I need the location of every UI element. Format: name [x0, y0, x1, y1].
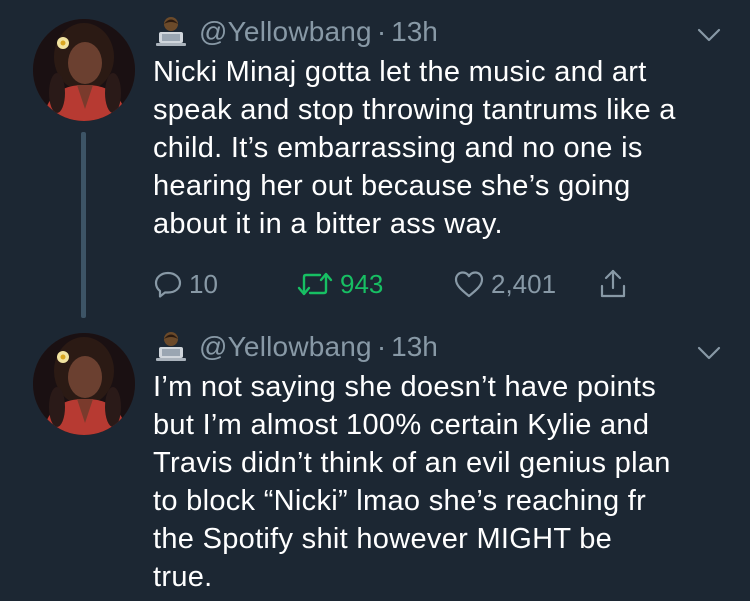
tweet-text-line: the Spotify shit however MIGHT be [153, 523, 613, 555]
tweet-text-line: child. It’s embarrassing and no one is [153, 132, 643, 164]
retweet-count: 943 [340, 268, 384, 299]
tweet-text-line: hearing her out because she’s going [153, 170, 631, 202]
heart-icon [454, 271, 484, 298]
share-button[interactable] [598, 262, 634, 306]
reply-icon [154, 271, 182, 298]
technologist-emoji-icon [156, 17, 186, 46]
like-count: 2,401 [491, 268, 557, 299]
tweet[interactable]: @Yellowbang · 13h I’m not saying she doe… [0, 318, 750, 601]
retweet-icon [297, 272, 333, 296]
author-handle[interactable]: @Yellowbang [199, 16, 372, 48]
tweet-text-line: I’m not saying she doesn’t have points [153, 371, 657, 403]
avatar-image [33, 19, 135, 121]
separator-dot: · [376, 16, 387, 47]
chevron-down-icon[interactable] [696, 22, 722, 48]
share-icon [600, 269, 626, 298]
separator-dot: · [376, 331, 387, 362]
tweet-text-line: Travis didn’t think of an evil genius pl… [153, 447, 671, 479]
tweet-text-line: about it in a bitter ass way. [153, 208, 503, 240]
avatar-image [33, 333, 135, 435]
tweet-text: Nicki Minaj gotta let the music and art … [153, 53, 733, 243]
tweet-text: I’m not saying she doesn’t have points b… [153, 368, 733, 596]
tweet-text-line: to block “Nicki” lmao she’s reaching fr [153, 485, 647, 517]
tweet[interactable]: @Yellowbang · 13h Nicki Minaj gotta let … [0, 0, 750, 318]
tweet-text-line: speak and stop throwing tantrums like a [153, 94, 676, 126]
tweet-timestamp[interactable]: 13h [391, 16, 438, 48]
reply-count: 10 [189, 268, 218, 299]
technologist-emoji-icon [156, 332, 186, 361]
tweet-thread: @Yellowbang · 13h Nicki Minaj gotta let … [0, 0, 750, 601]
tweet-text-line: true. [153, 561, 213, 593]
like-button[interactable]: 2,401 [453, 262, 556, 306]
author-handle[interactable]: @Yellowbang [199, 331, 372, 363]
reply-button[interactable]: 10 [153, 262, 218, 306]
tweet-timestamp[interactable]: 13h [391, 331, 438, 363]
thread-connector-line [81, 132, 86, 318]
avatar[interactable] [33, 333, 135, 435]
tweet-text-line: but I’m almost 100% certain Kylie and [153, 409, 650, 441]
chevron-down-icon[interactable] [696, 340, 722, 366]
retweet-button[interactable]: 943 [296, 262, 383, 306]
tweet-header: @Yellowbang · 13h [153, 12, 438, 52]
tweet-text-line: Nicki Minaj gotta let the music and art [153, 56, 647, 88]
avatar[interactable] [33, 19, 135, 121]
tweet-actions: 10 943 2,401 [153, 262, 713, 306]
tweet-header: @Yellowbang · 13h [153, 327, 438, 367]
